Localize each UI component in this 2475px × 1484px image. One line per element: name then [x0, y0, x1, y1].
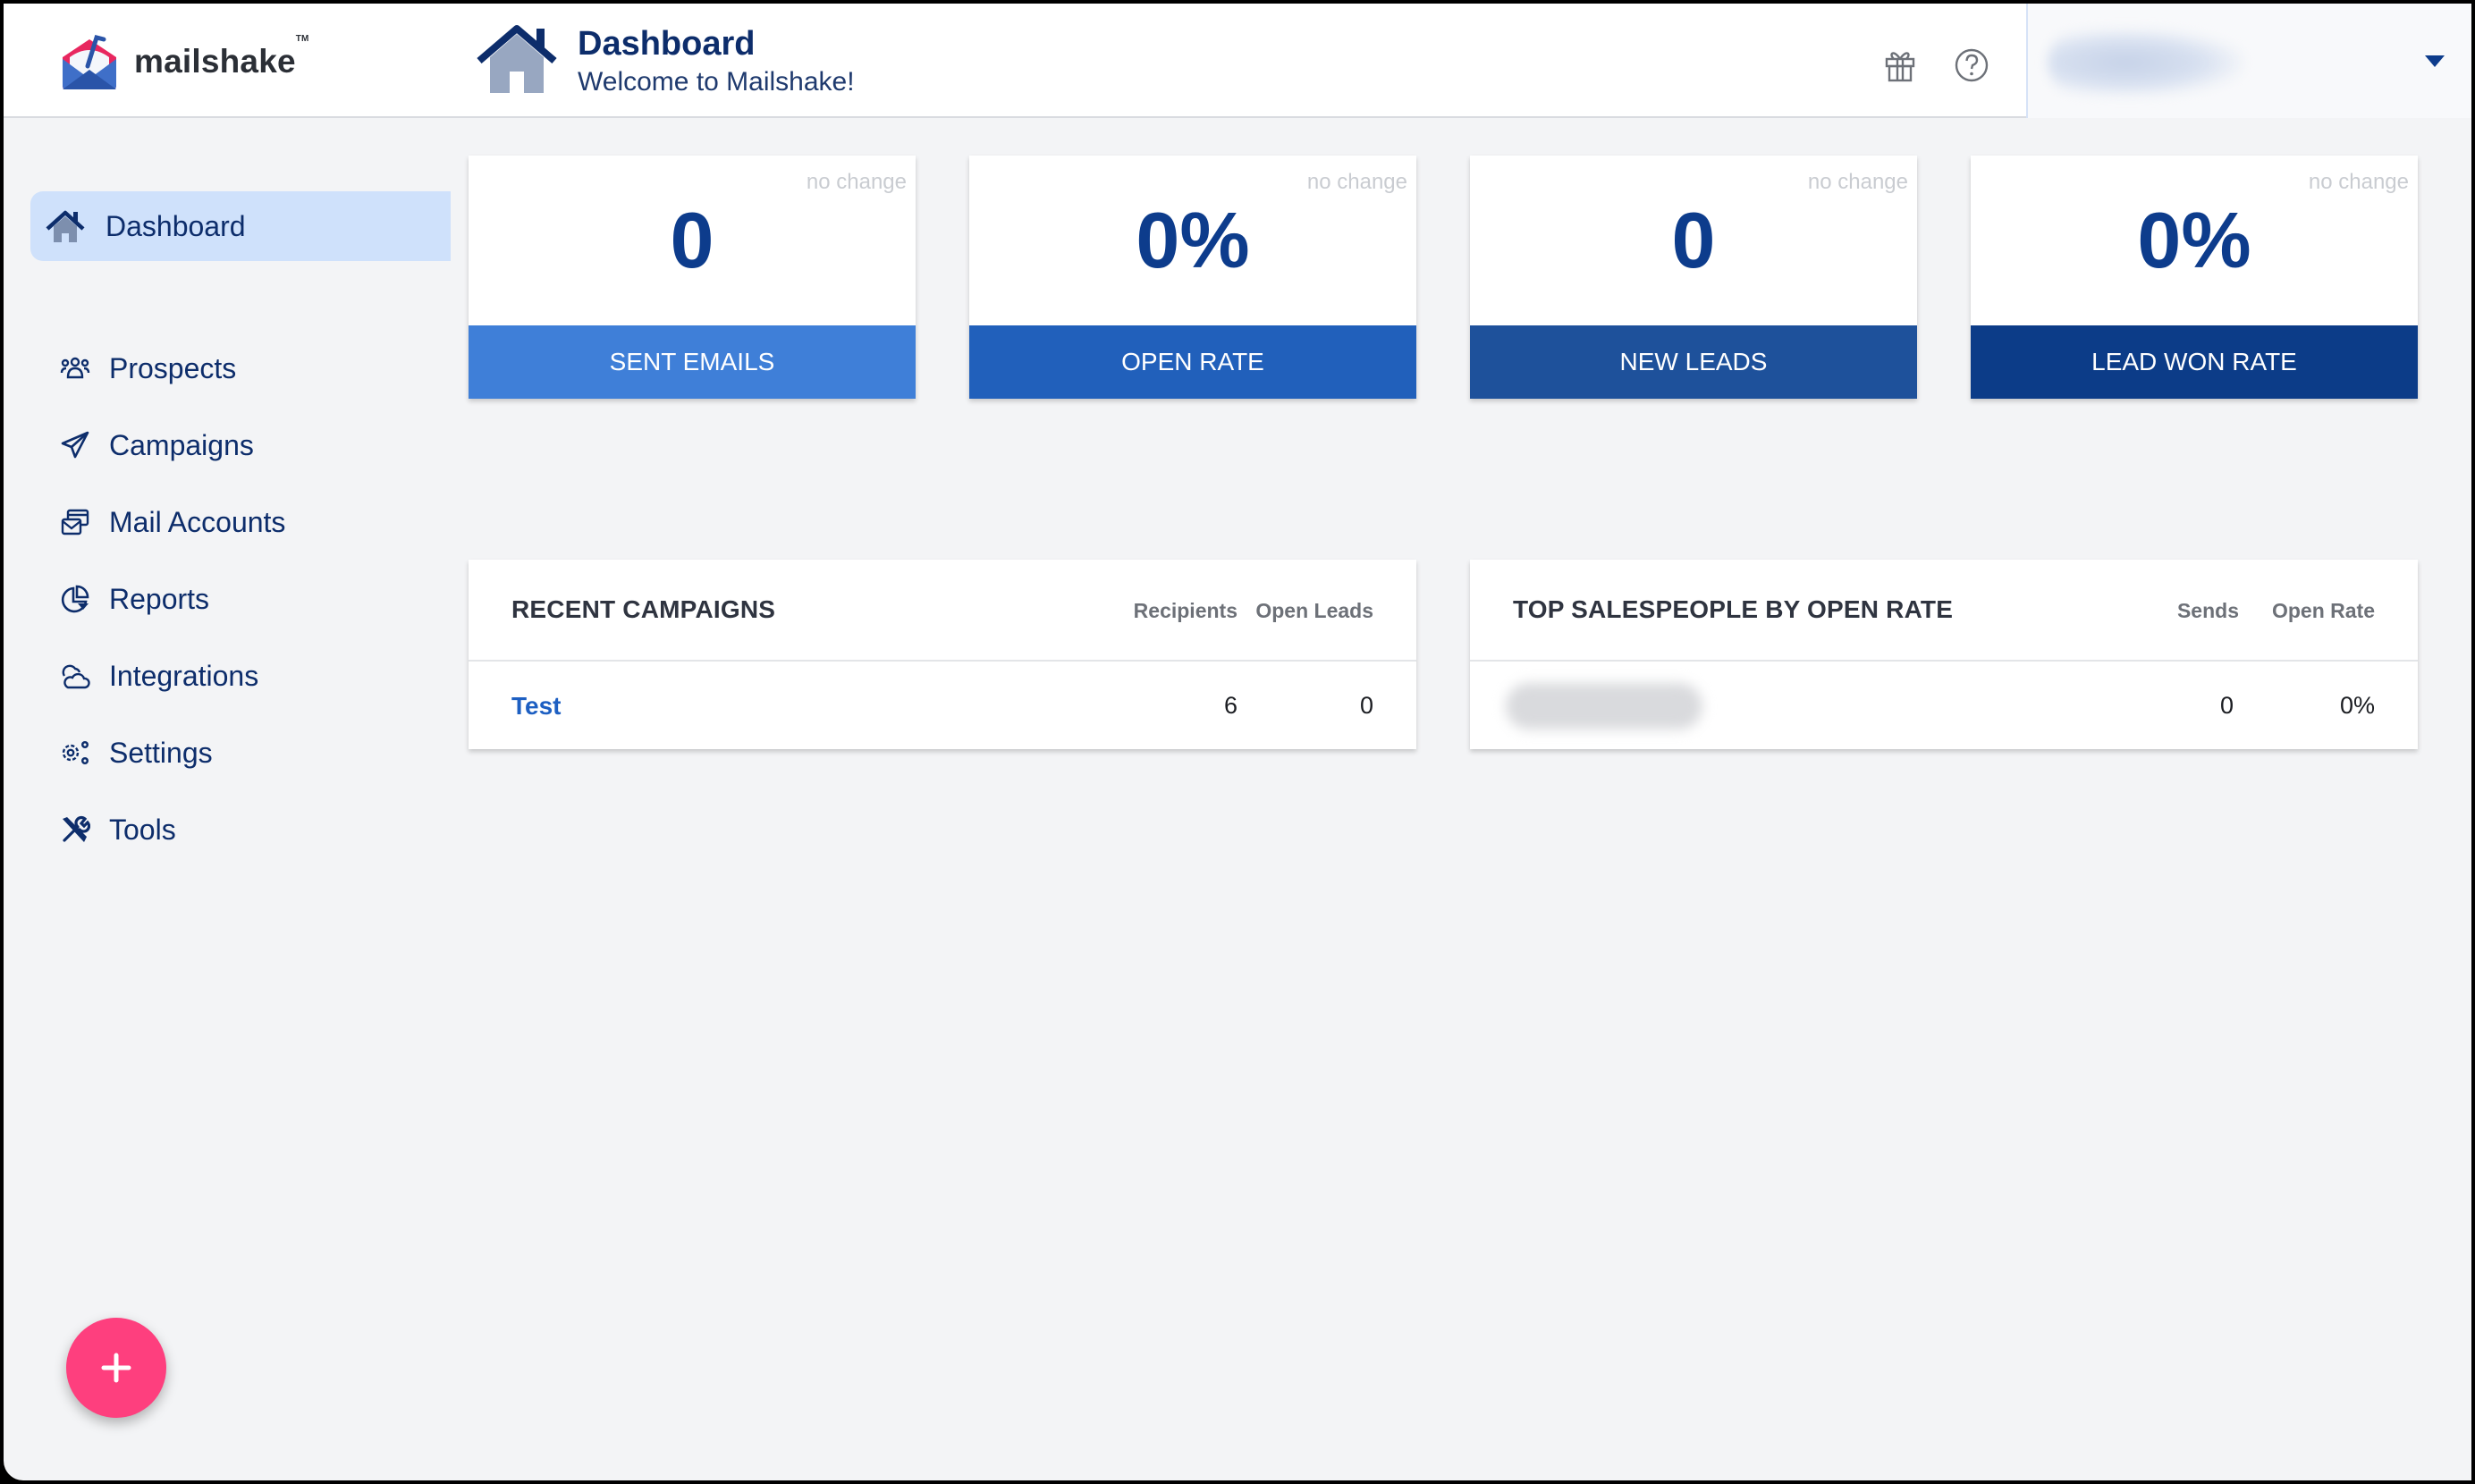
sidebar-item-label: Tools — [109, 813, 176, 846]
open-leads-value: 0 — [1359, 692, 1373, 719]
stat-label: SENT EMAILS — [469, 325, 916, 399]
stat-card-sent-emails[interactable]: no change 0 SENT EMAILS — [469, 156, 916, 399]
gift-icon — [1885, 52, 1915, 82]
gift-button[interactable] — [1881, 46, 1919, 84]
column-header-open-rate: Open Rate — [2271, 599, 2375, 622]
stat-change: no change — [2308, 170, 2409, 194]
open-rate-value: 0% — [2339, 692, 2375, 719]
user-menu[interactable] — [2026, 4, 2471, 118]
sidebar-item-label: Prospects — [109, 351, 237, 384]
sidebar-item-label: Settings — [109, 736, 213, 769]
panel-title: RECENT CAMPAIGNS — [511, 595, 776, 623]
stat-label: OPEN RATE — [969, 325, 1416, 399]
home-icon — [46, 210, 85, 242]
tools-icon — [59, 814, 91, 846]
table-row[interactable]: Test 6 0 — [469, 663, 1416, 749]
recent-campaigns-panel: RECENT CAMPAIGNS Recipients Open Leads T… — [469, 560, 1416, 749]
page-header: Dashboard Welcome to Mailshake! — [474, 23, 855, 100]
user-name-redacted — [2048, 29, 2244, 97]
mail-accounts-icon — [59, 506, 91, 538]
sidebar-item-reports[interactable]: Reports — [59, 572, 209, 626]
brand-name: mailshakeTM — [134, 34, 309, 80]
recipients-value: 6 — [1223, 692, 1238, 719]
stat-card-lead-won-rate[interactable]: no change 0% LEAD WON RATE — [1971, 156, 2418, 399]
table-row: 0 0% — [1470, 663, 2418, 749]
sidebar-item-label: Campaigns — [109, 428, 254, 461]
salesperson-name-redacted — [1506, 683, 1702, 729]
sidebar-item-tools[interactable]: Tools — [59, 803, 176, 856]
plus-icon — [101, 1353, 131, 1383]
mailshake-logo[interactable]: mailshakeTM — [57, 30, 309, 93]
sidebar-item-label: Mail Accounts — [109, 505, 286, 538]
top-salespeople-panel: TOP SALESPEOPLE BY OPEN RATE Sends Open … — [1470, 560, 2418, 749]
stat-value: 0 — [670, 196, 714, 284]
cloud-icon — [59, 660, 91, 692]
help-icon — [1955, 48, 1989, 82]
column-header-sends: Sends — [2176, 599, 2239, 622]
stat-label: LEAD WON RATE — [1971, 325, 2418, 399]
page-title: Dashboard — [578, 25, 756, 63]
sidebar-item-label: Integrations — [109, 659, 259, 692]
sidebar-item-label: Reports — [109, 582, 210, 615]
help-button[interactable] — [1953, 46, 1990, 84]
sidebar-item-dashboard[interactable]: Dashboard — [30, 191, 451, 261]
stat-change: no change — [1807, 170, 1908, 194]
people-icon — [59, 352, 91, 384]
home-icon — [477, 25, 557, 93]
stat-change: no change — [806, 170, 907, 194]
column-header-recipients: Recipients — [1133, 599, 1238, 622]
paper-plane-icon — [59, 429, 91, 461]
sidebar-item-mail-accounts[interactable]: Mail Accounts — [59, 495, 285, 549]
stat-card-new-leads[interactable]: no change 0 NEW LEADS — [1470, 156, 1917, 399]
stat-value: 0% — [2137, 196, 2251, 284]
stat-card-open-rate[interactable]: no change 0% OPEN RATE — [969, 156, 1416, 399]
sends-value: 0 — [2219, 692, 2234, 719]
stat-value: 0 — [1671, 196, 1716, 284]
table-header: RECENT CAMPAIGNS Recipients Open Leads — [469, 560, 1416, 662]
stat-value: 0% — [1136, 196, 1250, 284]
campaign-link[interactable]: Test — [511, 692, 562, 721]
sidebar-item-campaigns[interactable]: Campaigns — [59, 418, 254, 472]
chevron-down-icon[interactable] — [2425, 55, 2445, 67]
app-window: mailshakeTM Dashboard Welcome to Mailsha… — [4, 4, 2471, 1480]
panel-title: TOP SALESPEOPLE BY OPEN RATE — [1513, 595, 1954, 623]
stat-change: no change — [1306, 170, 1407, 194]
top-bar: mailshakeTM Dashboard Welcome to Mailsha… — [4, 4, 2471, 118]
sidebar-item-prospects[interactable]: Prospects — [59, 341, 236, 395]
table-header: TOP SALESPEOPLE BY OPEN RATE Sends Open … — [1470, 560, 2418, 662]
pie-chart-icon — [59, 583, 91, 615]
sidebar-item-settings[interactable]: Settings — [59, 726, 213, 780]
stat-label: NEW LEADS — [1470, 325, 1917, 399]
gears-icon — [59, 737, 91, 769]
mailshake-logo-icon — [63, 35, 116, 89]
create-button[interactable] — [66, 1318, 166, 1418]
column-header-open-leads: Open Leads — [1255, 599, 1373, 622]
page-subtitle: Welcome to Mailshake! — [578, 67, 855, 97]
sidebar-item-integrations[interactable]: Integrations — [59, 649, 258, 703]
sidebar-item-label: Dashboard — [106, 209, 246, 242]
